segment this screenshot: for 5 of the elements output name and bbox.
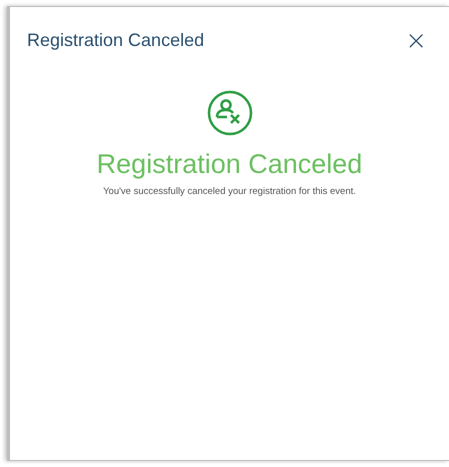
user-cancel-icon <box>206 90 252 136</box>
status-heading: Registration Canceled <box>96 148 362 181</box>
status-message: You've successfully canceled your registration for this event. <box>103 184 356 199</box>
dialog-title: Registration Canceled <box>27 29 204 52</box>
close-button[interactable]: × <box>405 28 427 54</box>
